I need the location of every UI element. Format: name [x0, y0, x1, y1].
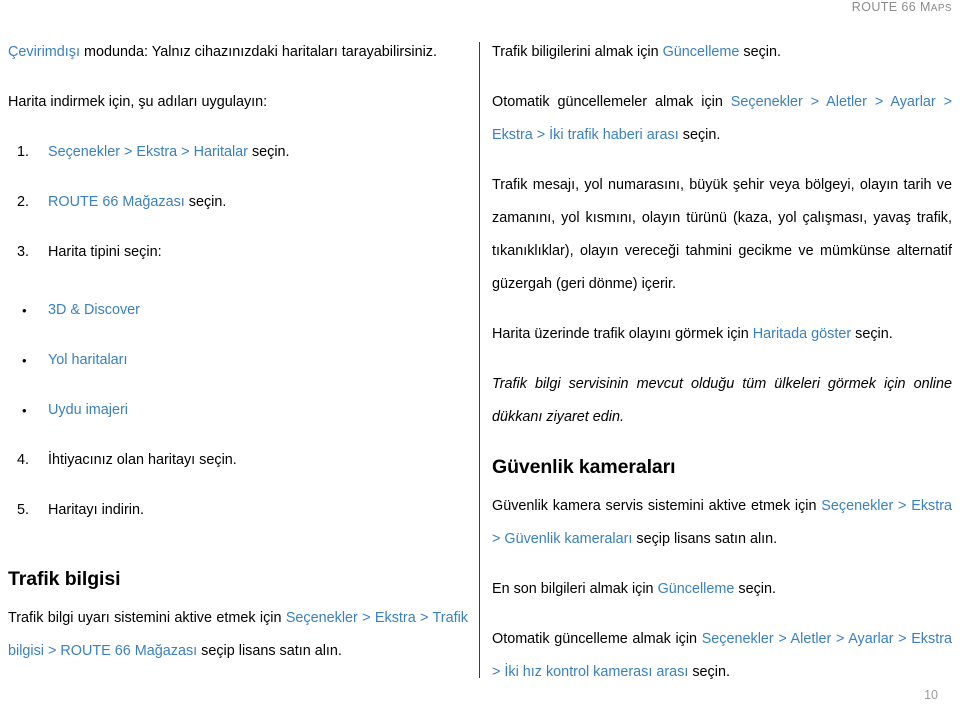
page-number: 10: [924, 688, 938, 702]
step-marker: 2.: [17, 194, 30, 210]
map-type-list: • 3D & Discover • Yol haritaları • Uydu …: [8, 294, 468, 427]
step-text: seçin.: [247, 144, 290, 160]
online-shop-paragraph: Trafik bilgi servisinin mevcut olduğu tü…: [492, 376, 952, 425]
running-header: ROUTE 66 MAPS: [0, 0, 952, 14]
traffic-update-link[interactable]: Güncelleme: [663, 44, 740, 60]
map-type-item-3d-discover[interactable]: • 3D & Discover: [8, 294, 468, 327]
step-marker: 4.: [17, 452, 30, 468]
step-marker: 1.: [17, 144, 30, 160]
step-text: seçin.: [184, 194, 227, 210]
map-type-label[interactable]: Yol haritaları: [48, 352, 127, 368]
traffic-update-pre: Trafik biligilerini almak için: [492, 44, 663, 60]
traffic-activation-pre: Trafik bilgi uyarı sistemini aktive etme…: [8, 610, 286, 626]
show-on-map-link[interactable]: Haritada göster: [753, 326, 851, 342]
map-type-item-satellite[interactable]: • Uydu imajeri: [8, 394, 468, 427]
two-column-body: Çevirimdışı modunda: Yalnız cihazınızdak…: [0, 36, 960, 686]
step-link[interactable]: Seçenekler > Ekstra > Haritalar: [48, 144, 248, 160]
document-page: ROUTE 66 MAPS Çevirimdışı modunda: Yalnı…: [0, 0, 960, 716]
bullet-icon: •: [22, 303, 27, 318]
cameras-update-pre: En son bilgileri almak için: [492, 581, 658, 597]
offline-mode-text: modunda: Yalnız cihazınızdaki haritaları…: [79, 44, 437, 60]
map-type-label[interactable]: Uydu imajeri: [48, 402, 128, 418]
map-type-label[interactable]: 3D & Discover: [48, 302, 140, 318]
traffic-activation-paragraph: Trafik bilgi uyarı sistemini aktive etme…: [8, 602, 468, 668]
download-steps-list-continued: 4. İhtiyacınız olan haritayı seçin. 5. H…: [8, 444, 468, 527]
traffic-message-paragraph: Trafik mesajı, yol numarasını, büyük şeh…: [492, 177, 952, 292]
cameras-update-link[interactable]: Güncelleme: [658, 581, 735, 597]
step-link[interactable]: ROUTE 66 Mağazası: [48, 194, 185, 210]
traffic-update-post: seçin.: [739, 44, 781, 60]
traffic-activation-post: seçip lisans satın alın.: [197, 643, 342, 659]
column-divider: [479, 42, 480, 678]
bullet-icon: •: [22, 353, 27, 368]
cameras-activation-pre: Güvenlik kamera servis sistemini aktive …: [492, 498, 822, 514]
traffic-update-paragraph: Trafik biligilerini almak için Güncellem…: [492, 36, 952, 69]
left-column: Çevirimdışı modunda: Yalnız cihazınızdak…: [8, 36, 468, 685]
step-text: İhtiyacınız olan haritayı seçin.: [48, 452, 237, 468]
show-on-map-paragraph: Harita üzerinde trafik olayını görmek iç…: [492, 318, 952, 351]
step-item-2: 2. ROUTE 66 Mağazası seçin.: [8, 186, 468, 219]
show-on-map-pre: Harita üzerinde trafik olayını görmek iç…: [492, 326, 753, 342]
step-item-3: 3. Harita tipini seçin:: [8, 236, 468, 269]
right-column: Trafik biligilerini almak için Güncellem…: [492, 36, 952, 706]
step-text: Harita tipini seçin:: [48, 244, 162, 260]
cameras-auto-update-paragraph: Otomatik güncelleme almak için Seçenekle…: [492, 623, 952, 689]
offline-mode-paragraph: Çevirimdışı modunda: Yalnız cihazınızdak…: [8, 36, 468, 69]
offline-mode-link[interactable]: Çevirimdışı: [8, 44, 80, 60]
step-item-4: 4. İhtiyacınız olan haritayı seçin.: [8, 444, 468, 477]
brand-name: ROUTE 66 M: [851, 0, 931, 14]
step-marker: 3.: [17, 244, 30, 260]
cameras-activation-paragraph: Güvenlik kamera servis sistemini aktive …: [492, 490, 952, 556]
step-text: Haritayı indirin.: [48, 502, 144, 518]
bullet-icon: •: [22, 403, 27, 418]
step-item-5: 5. Haritayı indirin.: [8, 494, 468, 527]
safety-cameras-heading: Güvenlik kameraları: [492, 456, 676, 478]
traffic-info-heading: Trafik bilgisi: [8, 568, 121, 590]
step-item-1: 1. Seçenekler > Ekstra > Haritalar seçin…: [8, 136, 468, 169]
download-steps-lead: Harita indirmek için, şu adıları uygulay…: [8, 94, 268, 110]
traffic-auto-update-paragraph: Otomatik güncellemeler almak için Seçene…: [492, 86, 952, 152]
show-on-map-post: seçin.: [851, 326, 893, 342]
map-type-item-road-maps[interactable]: • Yol haritaları: [8, 344, 468, 377]
cameras-update-paragraph: En son bilgileri almak için Güncelleme s…: [492, 573, 952, 606]
cameras-update-post: seçin.: [734, 581, 776, 597]
traffic-auto-update-pre: Otomatik güncellemeler almak için: [492, 94, 731, 110]
download-steps-list: 1. Seçenekler > Ekstra > Haritalar seçin…: [8, 136, 468, 269]
traffic-auto-update-post: seçin.: [678, 127, 721, 143]
cameras-auto-update-post: seçin.: [688, 664, 730, 680]
step-marker: 5.: [17, 502, 30, 518]
cameras-activation-post: seçip lisans satın alın.: [632, 531, 778, 547]
brand-name-smallcaps: APS: [930, 3, 952, 14]
cameras-auto-update-pre: Otomatik güncelleme almak için: [492, 631, 702, 647]
